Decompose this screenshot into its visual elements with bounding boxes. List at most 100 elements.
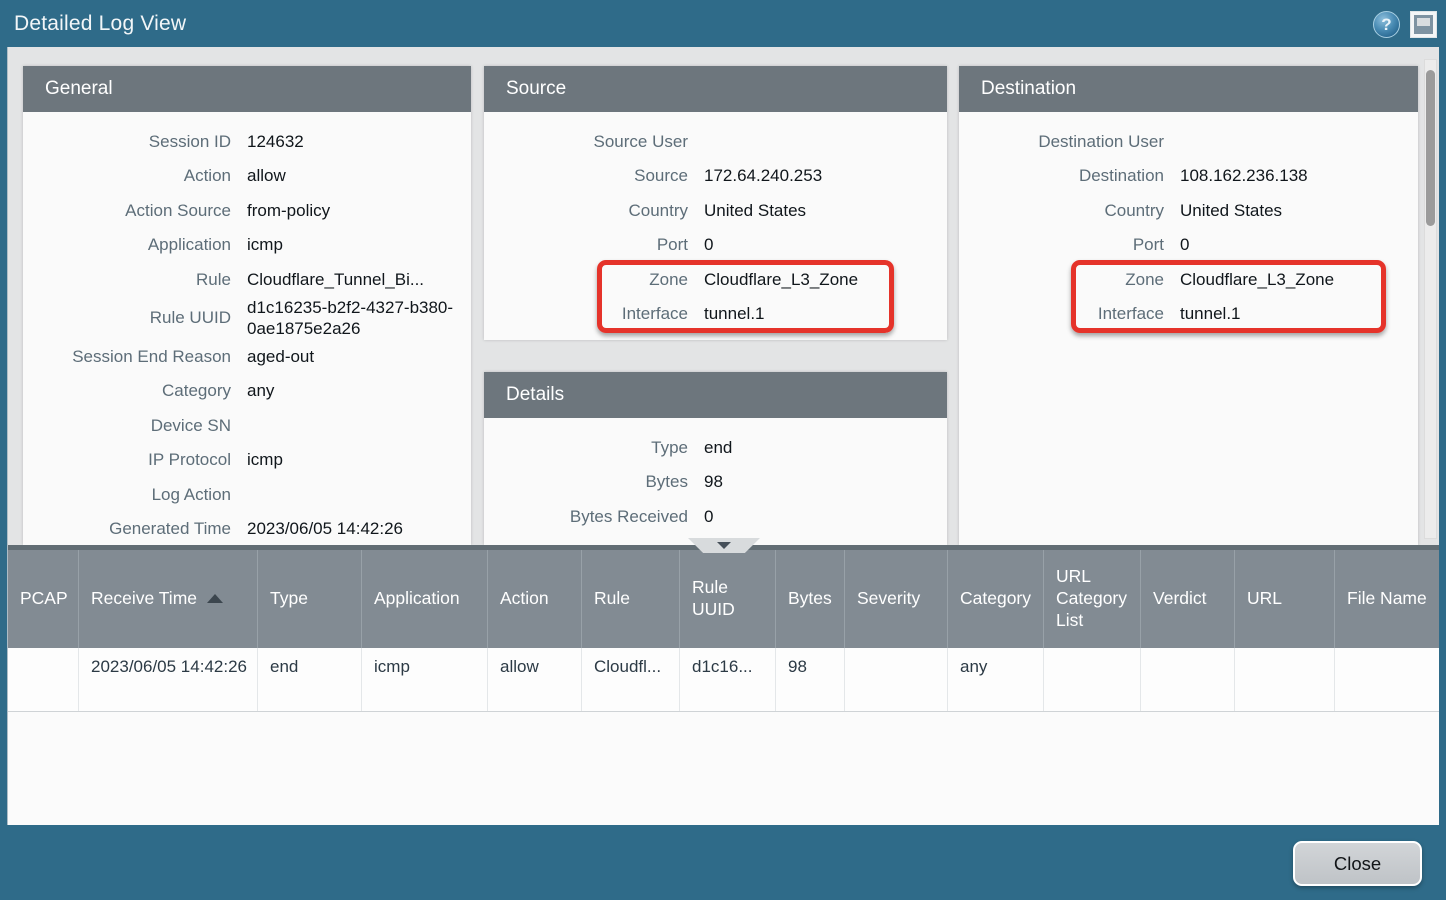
general-panel-header: General xyxy=(23,66,471,112)
field-label: Interface xyxy=(959,303,1164,324)
detailed-log-view-dialog: Detailed Log View ? General Session ID12… xyxy=(0,0,1446,900)
field-label: Source User xyxy=(484,131,688,152)
close-button[interactable]: Close xyxy=(1293,841,1422,886)
field-row-generated-time: Generated Time2023/06/05 14:42:26 xyxy=(23,512,471,546)
column-header-category[interactable]: Category xyxy=(948,550,1044,648)
column-header-pcap[interactable]: PCAP xyxy=(8,550,79,648)
details-panel-header: Details xyxy=(484,372,947,418)
column-header-severity[interactable]: Severity xyxy=(845,550,948,648)
field-row-country: CountryUnited States xyxy=(959,193,1418,228)
cell-bytes: 98 xyxy=(776,648,845,711)
field-label: Bytes Received xyxy=(484,506,688,527)
field-value: Cloudflare_L3_Zone xyxy=(688,269,947,290)
field-label: Log Action xyxy=(23,484,231,505)
vertical-scrollbar[interactable] xyxy=(1424,59,1437,539)
field-label: Rule xyxy=(23,269,231,290)
details-panel-body: Typeend Bytes98 Bytes Received0 xyxy=(484,418,947,534)
field-row-application: Applicationicmp xyxy=(23,228,471,263)
field-value: 172.64.240.253 xyxy=(688,165,947,186)
field-label: Type xyxy=(484,437,688,458)
vertical-scrollbar-thumb[interactable] xyxy=(1426,70,1435,226)
field-row-source-user: Source User xyxy=(484,124,947,159)
field-row-bytes: Bytes98 xyxy=(484,465,947,500)
field-row-action-source: Action Sourcefrom-policy xyxy=(23,193,471,228)
sort-ascending-icon xyxy=(207,594,223,603)
column-header-receive-time[interactable]: Receive Time xyxy=(79,550,258,648)
log-detail-panels-area: General Session ID124632 Actionallow Act… xyxy=(7,47,1439,545)
field-value: 124632 xyxy=(231,131,471,152)
maximize-window-icon-pane xyxy=(1417,18,1430,26)
field-label: Generated Time xyxy=(23,518,231,539)
field-value: United States xyxy=(688,200,947,221)
field-row-source: Source172.64.240.253 xyxy=(484,159,947,194)
field-row-zone: ZoneCloudflare_L3_Zone xyxy=(959,262,1418,297)
field-label: Source xyxy=(484,165,688,186)
column-header-action[interactable]: Action xyxy=(488,550,582,648)
column-label: Receive Time xyxy=(91,588,197,610)
field-label: Session ID xyxy=(23,131,231,152)
field-row-category: Categoryany xyxy=(23,374,471,409)
field-row-action: Actionallow xyxy=(23,159,471,194)
titlebar: Detailed Log View ? xyxy=(0,0,1446,47)
field-row-destination: Destination108.162.236.138 xyxy=(959,159,1418,194)
field-value: 0 xyxy=(1164,234,1418,255)
column-header-url-category-list[interactable]: URL Category List xyxy=(1044,550,1141,648)
column-label: Action xyxy=(500,588,549,610)
column-header-verdict[interactable]: Verdict xyxy=(1141,550,1235,648)
column-header-type[interactable]: Type xyxy=(258,550,362,648)
field-label: Action xyxy=(23,165,231,186)
column-header-bytes[interactable]: Bytes xyxy=(776,550,845,648)
column-header-rule-uuid[interactable]: Rule UUID xyxy=(680,550,776,648)
column-label: File Name xyxy=(1347,588,1427,610)
log-table-header: PCAP Receive Time Type Application Actio… xyxy=(8,545,1439,648)
column-label: URL Category List xyxy=(1056,566,1132,632)
column-label: PCAP xyxy=(20,588,68,610)
help-icon[interactable]: ? xyxy=(1373,11,1400,38)
field-label: Rule UUID xyxy=(23,307,231,328)
cell-type: end xyxy=(258,648,362,711)
cell-action: allow xyxy=(488,648,582,711)
field-row-port: Port0 xyxy=(959,228,1418,263)
field-value: 0 xyxy=(688,506,947,527)
source-panel-body: Source User Source172.64.240.253 Country… xyxy=(484,112,947,331)
field-label: IP Protocol xyxy=(23,449,231,470)
column-label: Application xyxy=(374,588,460,610)
field-label: Port xyxy=(484,234,688,255)
field-label: Country xyxy=(484,200,688,221)
column-label: Rule xyxy=(594,588,630,610)
dialog-footer: Close xyxy=(0,825,1446,900)
field-value: tunnel.1 xyxy=(688,303,947,324)
field-value: d1c16235-b2f2-4327-b380-0ae1875e2a26 xyxy=(231,297,471,340)
field-value: Cloudflare_L3_Zone xyxy=(1164,269,1418,290)
field-label: Zone xyxy=(959,269,1164,290)
column-header-rule[interactable]: Rule xyxy=(582,550,680,648)
cell-severity xyxy=(845,648,948,711)
log-table-row[interactable]: 2023/06/05 14:42:26 end icmp allow Cloud… xyxy=(8,648,1439,712)
source-panel-header: Source xyxy=(484,66,947,112)
field-label: Session End Reason xyxy=(23,346,231,367)
field-value: 108.162.236.138 xyxy=(1164,165,1418,186)
column-header-file-name[interactable]: File Name xyxy=(1335,550,1440,648)
field-value: aged-out xyxy=(231,346,471,367)
cell-url xyxy=(1235,648,1335,711)
field-value: any xyxy=(231,380,471,401)
column-header-url[interactable]: URL xyxy=(1235,550,1335,648)
field-value: from-policy xyxy=(231,200,471,221)
column-label: Category xyxy=(960,588,1031,610)
column-header-application[interactable]: Application xyxy=(362,550,488,648)
cell-application: icmp xyxy=(362,648,488,711)
column-label: Severity xyxy=(857,588,920,610)
destination-panel: Destination Destination User Destination… xyxy=(959,66,1418,545)
cell-pcap xyxy=(8,648,79,711)
cell-url-category-list xyxy=(1044,648,1141,711)
column-label: URL xyxy=(1247,588,1282,610)
maximize-window-icon[interactable] xyxy=(1410,11,1437,38)
field-row-port: Port0 xyxy=(484,228,947,263)
field-row-device-sn: Device SN xyxy=(23,408,471,443)
field-row-interface: Interfacetunnel.1 xyxy=(484,297,947,332)
field-value: end xyxy=(688,437,947,458)
field-row-log-action: Log Action xyxy=(23,477,471,512)
field-label: Destination User xyxy=(959,131,1164,152)
cell-rule: Cloudfl... xyxy=(582,648,680,711)
field-label: Application xyxy=(23,234,231,255)
